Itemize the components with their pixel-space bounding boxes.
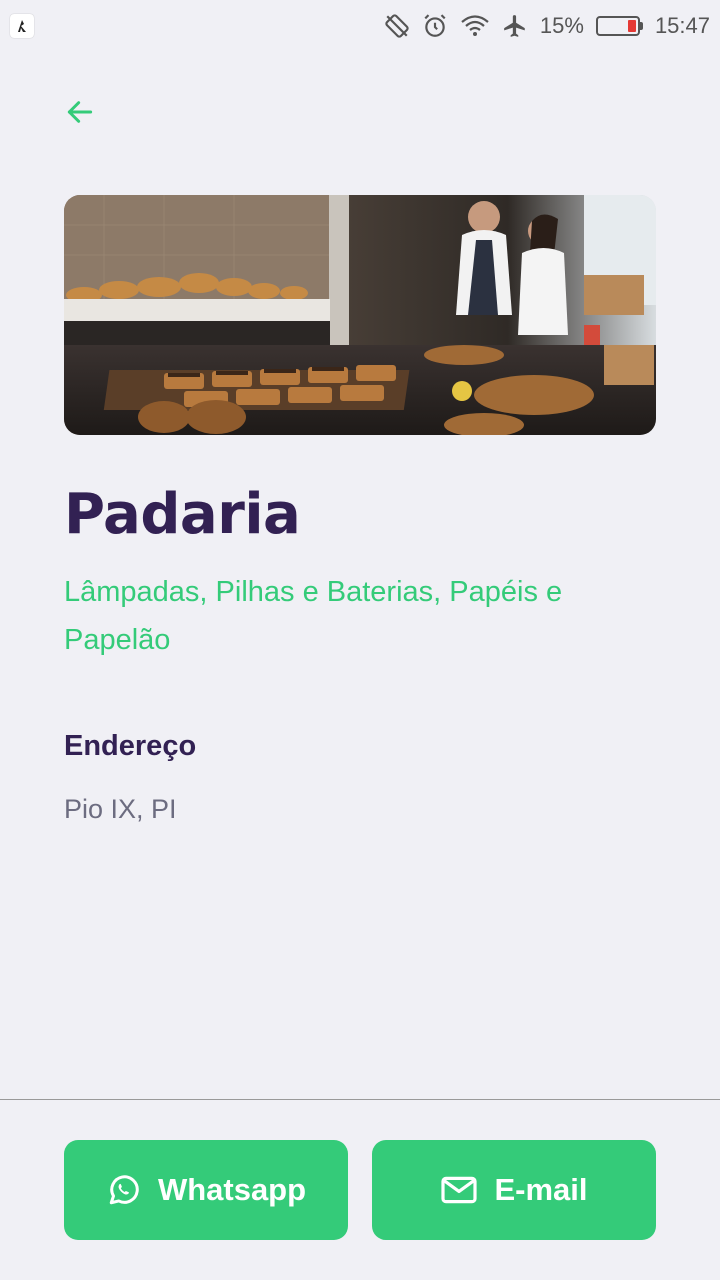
email-button[interactable]: E-mail (372, 1140, 656, 1240)
screen-rotation-icon (384, 13, 410, 39)
alarm-icon (422, 13, 448, 39)
status-bar: 15% 15:47 (0, 0, 720, 52)
whatsapp-button[interactable]: Whatsapp (64, 1140, 348, 1240)
battery-icon (595, 16, 643, 36)
back-button[interactable] (64, 92, 104, 132)
status-right: 15% 15:47 (384, 13, 710, 39)
whatsapp-icon (109, 1175, 139, 1205)
address-value: Pio IX, PI (64, 794, 177, 824)
clock: 15:47 (654, 13, 710, 38)
footer-divider (0, 1099, 720, 1100)
place-image (64, 195, 656, 435)
place-name: Padaria (64, 482, 301, 547)
email-label: E-mail (494, 1172, 588, 1207)
status-left (10, 14, 34, 38)
app-notification-icon (10, 14, 34, 38)
address-label: Endereço (64, 730, 197, 762)
battery-percent: 15% (539, 13, 584, 38)
whatsapp-label: Whatsapp (157, 1172, 307, 1207)
screen: 15% 15:47 Padaria Lâmpadas, Pilhas e Bat… (0, 0, 720, 1280)
mail-icon (441, 1176, 478, 1204)
arrow-left-icon (67, 101, 93, 123)
wifi-icon (460, 13, 490, 39)
place-items: Lâmpadas, Pilhas e Baterias, Papéis e Pa… (64, 576, 563, 656)
airplane-icon (502, 13, 528, 39)
